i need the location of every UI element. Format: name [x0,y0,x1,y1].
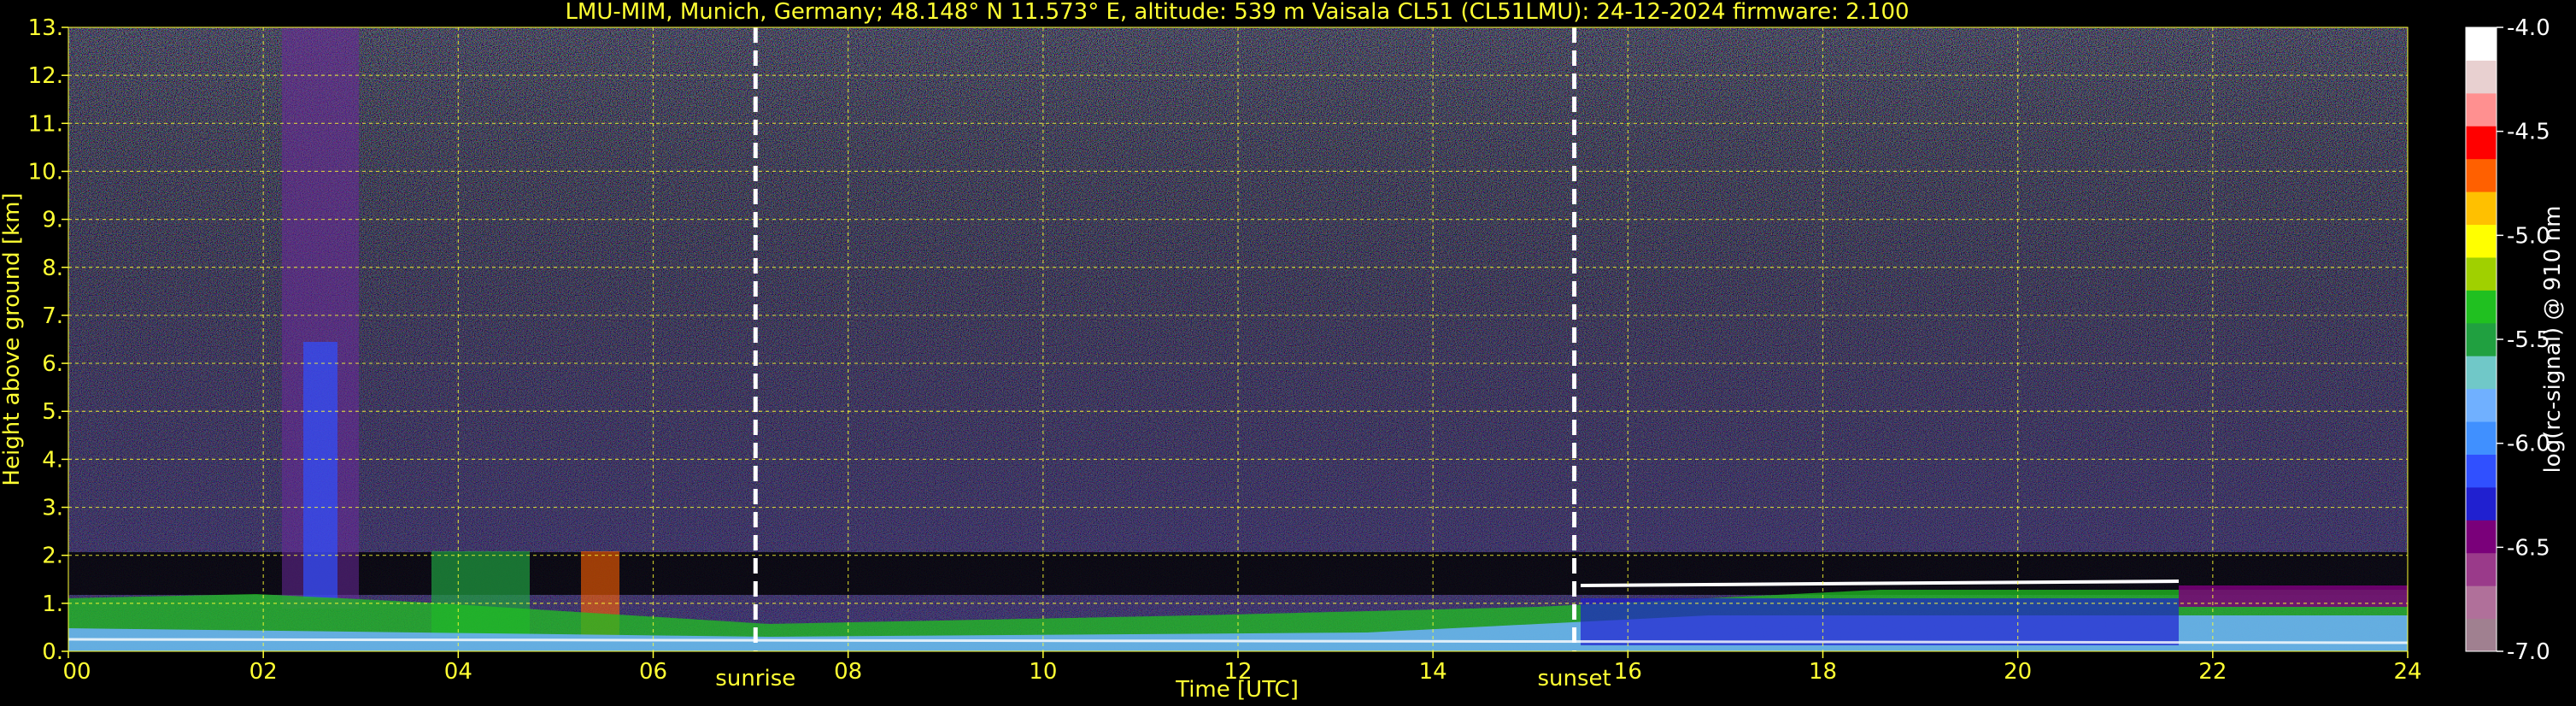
y-tick-label: 0. [42,639,63,665]
x-tick-label: 14 [1419,659,1447,685]
colorbar-tick-label: -6.5 [2507,535,2550,561]
y-axis-label: Height above ground [km] [0,192,25,485]
chart-title: LMU-MIM, Munich, Germany; 48.148° N 11.5… [565,0,1909,25]
colorbar-segment [2466,454,2497,488]
colorbar-segment [2466,486,2497,521]
colorbar [2465,26,2497,652]
x-tick-label: 22 [2198,659,2227,685]
marker-label: sunset [1537,666,1611,691]
colorbar-segment [2466,585,2497,620]
y-tick-label: 8. [42,256,63,281]
y-tick-label: 2. [42,544,63,569]
ceilometer-chart: sunrise sunset LMU-MIM, Munich, Germany; … [0,0,2566,703]
x-tick-label: 10 [1029,659,1057,685]
y-tick-label: 10. [28,159,63,185]
colorbar-segment [2466,60,2497,94]
colorbar-segment [2466,158,2497,192]
plot-area [68,27,2408,651]
colorbar-tick-label: -4.5 [2507,120,2550,145]
marker-label: sunrise [715,666,795,691]
colorbar-segment [2466,92,2497,126]
colorbar-tick-label: -7.0 [2507,639,2550,665]
y-tick-label: 7. [42,303,63,329]
colorbar-segment [2466,322,2497,356]
colorbar-segment [2466,552,2497,586]
colorbar-segment [2466,290,2497,324]
x-tick-label: 04 [444,659,472,685]
x-tick-label: 02 [249,659,278,685]
y-tick-label: 11. [28,111,63,137]
y-tick-label: 4. [42,447,63,473]
y-axis-ticks: 0. 1. 2. 3. 4. 5. 6. 7. 8. 9. 10. 11. 12. 13. [28,15,68,665]
colorbar-segment [2466,256,2497,291]
colorbar-segment [2466,126,2497,160]
colorbar-tick-label: -4.0 [2507,15,2550,41]
y-tick-label: 1. [42,591,63,617]
x-tick-label: 00 [62,659,91,685]
x-tick-label: 16 [1614,659,1642,685]
x-tick-label: 18 [1809,659,1837,685]
x-tick-label: 20 [2004,659,2032,685]
colorbar-segment [2466,191,2497,226]
y-tick-label: 5. [42,399,63,425]
colorbar-segment [2466,356,2497,390]
y-tick-label: 9. [42,208,63,233]
colorbar-segment [2466,388,2497,422]
y-tick-label: 6. [42,351,63,377]
y-tick-label: 12. [28,63,63,89]
colorbar-segment [2466,224,2497,258]
x-tick-label: 24 [2393,659,2421,685]
x-tick-label: 06 [639,659,667,685]
x-axis-label: Time [UTC] [1175,677,1299,703]
colorbar-segment [2466,27,2497,61]
x-tick-label: 08 [834,659,862,685]
colorbar-segment [2466,520,2497,554]
y-tick-label: 3. [42,496,63,521]
colorbar-segment [2466,618,2497,652]
colorbar-segment [2466,421,2497,455]
y-tick-label: 13. [28,15,63,41]
colorbar-label: log(rc-signal) @ 910 nm [2540,206,2566,474]
